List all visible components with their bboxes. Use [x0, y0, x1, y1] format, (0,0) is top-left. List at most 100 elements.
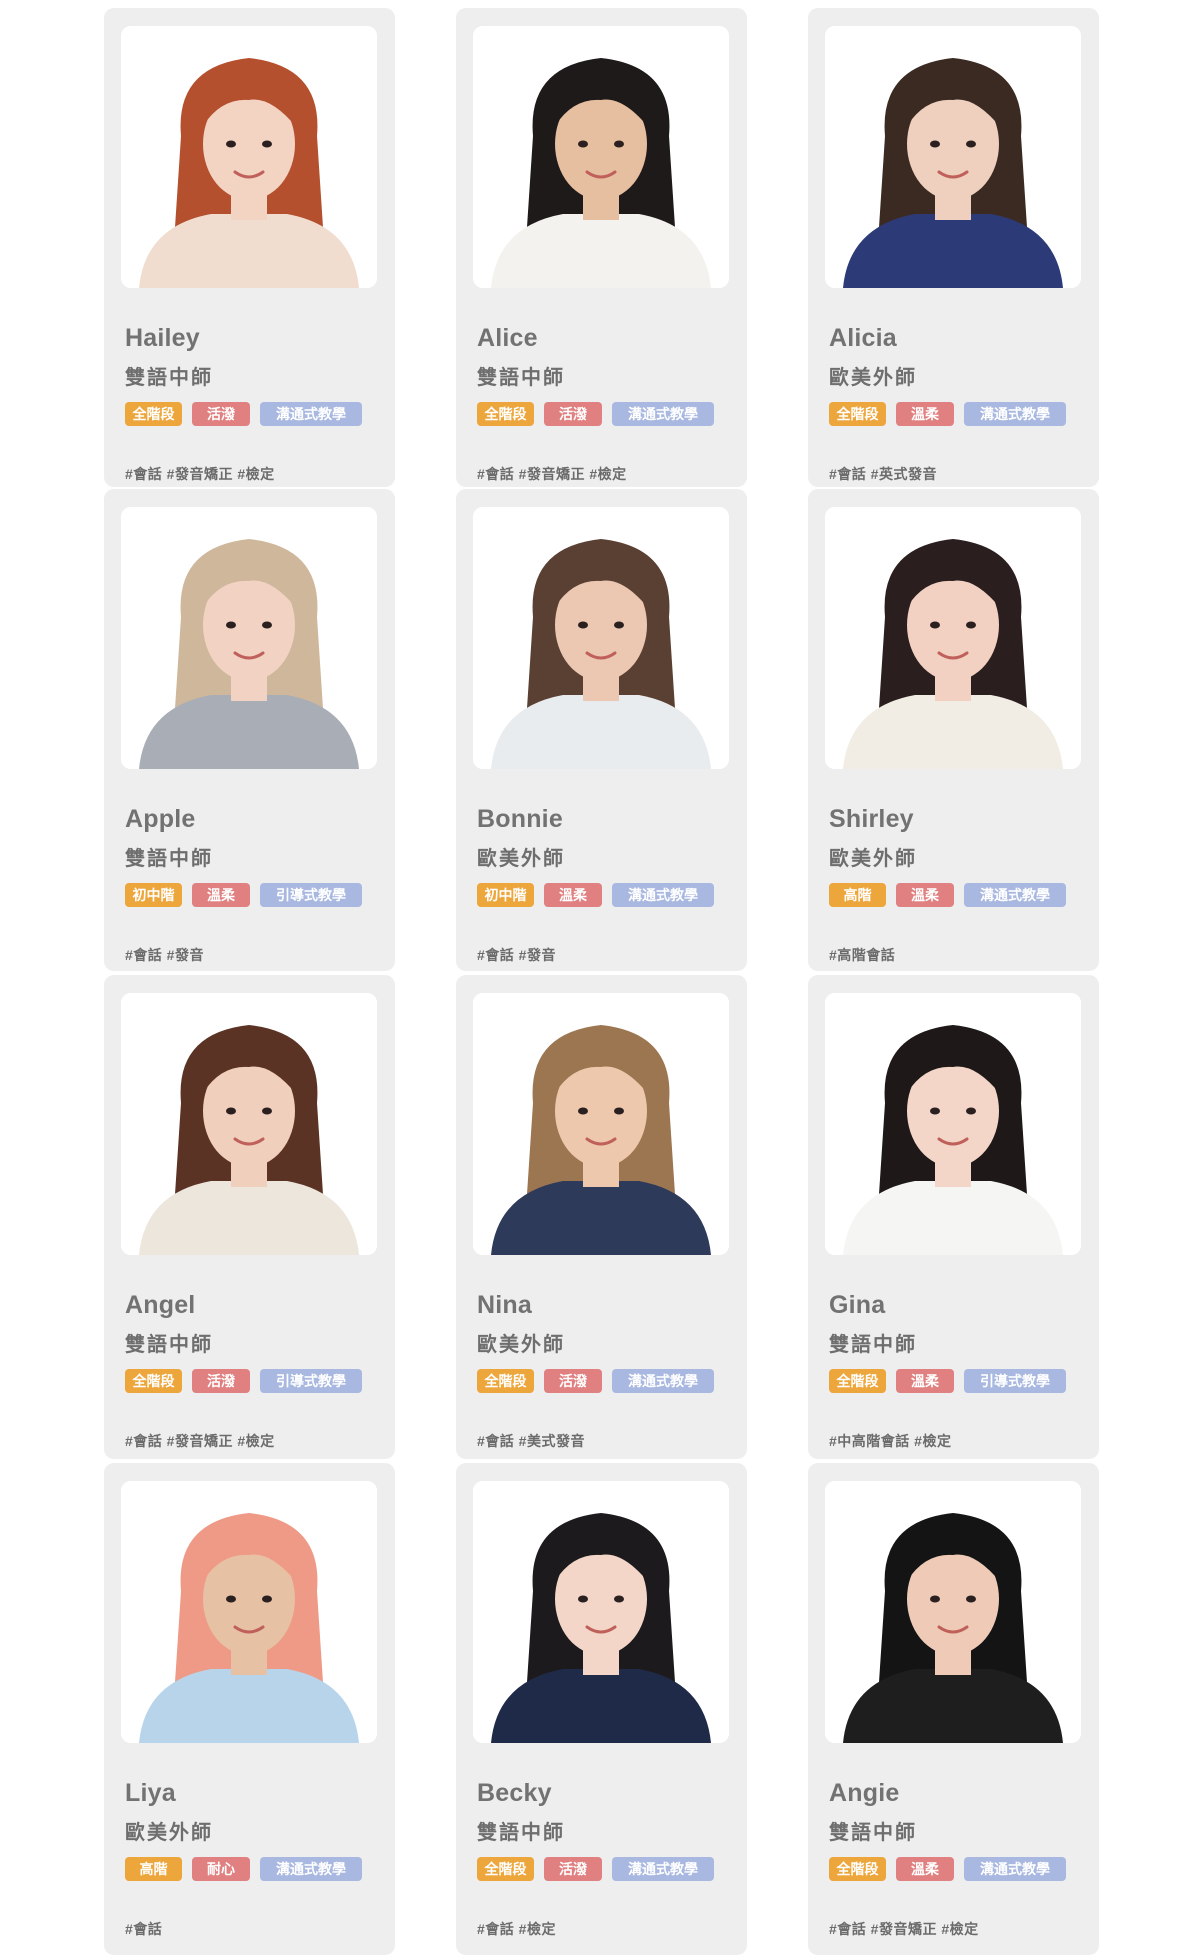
teacher-grid: Hailey 雙語中師 全階段 活潑 溝通式教學 #會話 #發音矯正 #檢定 A… [104, 8, 1099, 1955]
teacher-hashtags: #會話 #檢定 [477, 1921, 556, 1937]
teacher-card[interactable]: Bonnie 歐美外師 初中階 溫柔 溝通式教學 #會話 #發音 [456, 489, 747, 971]
teacher-photo [121, 1481, 377, 1743]
tag-style: 溝通式教學 [612, 402, 714, 426]
tag-row: 全階段 溫柔 溝通式教學 [829, 1857, 1066, 1881]
teacher-role: 歐美外師 [125, 1822, 213, 1844]
tag-personality: 活潑 [192, 1369, 250, 1393]
tag-style: 溝通式教學 [612, 883, 714, 907]
teacher-card[interactable]: Angel 雙語中師 全階段 活潑 引導式教學 #會話 #發音矯正 #檢定 [104, 975, 395, 1459]
teacher-photo [121, 26, 377, 288]
teacher-role: 歐美外師 [829, 367, 917, 389]
tag-row: 全階段 活潑 溝通式教學 [477, 1369, 714, 1393]
teacher-card[interactable]: Alicia 歐美外師 全階段 溫柔 溝通式教學 #會話 #英式發音 [808, 8, 1099, 487]
tag-style: 引導式教學 [964, 1369, 1066, 1393]
teacher-role: 歐美外師 [829, 848, 917, 870]
teacher-role: 雙語中師 [125, 1334, 213, 1356]
tag-personality: 溫柔 [896, 1857, 954, 1881]
teacher-hashtags: #高階會話 [829, 947, 896, 963]
teacher-card[interactable]: Hailey 雙語中師 全階段 活潑 溝通式教學 #會話 #發音矯正 #檢定 [104, 8, 395, 487]
teacher-hashtags: #會話 #發音 [477, 947, 556, 963]
teacher-photo [473, 26, 729, 288]
teacher-hashtags: #會話 [125, 1921, 163, 1937]
portrait-image [825, 26, 1081, 288]
tag-style: 引導式教學 [260, 1369, 362, 1393]
portrait-image [473, 507, 729, 769]
tag-personality: 活潑 [544, 1857, 602, 1881]
tag-level: 初中階 [125, 883, 182, 907]
tag-level: 高階 [829, 883, 886, 907]
tag-personality: 溫柔 [896, 1369, 954, 1393]
tag-row: 高階 溫柔 溝通式教學 [829, 883, 1066, 907]
teacher-photo [825, 1481, 1081, 1743]
portrait-image [473, 993, 729, 1255]
tag-level: 高階 [125, 1857, 182, 1881]
portrait-image [121, 507, 377, 769]
teacher-name: Hailey [125, 324, 200, 352]
portrait-image [121, 993, 377, 1255]
teacher-hashtags: #會話 #發音矯正 #檢定 [477, 466, 627, 482]
teacher-card[interactable]: Angie 雙語中師 全階段 溫柔 溝通式教學 #會話 #發音矯正 #檢定 [808, 1463, 1099, 1955]
tag-personality: 活潑 [544, 1369, 602, 1393]
tag-level: 全階段 [477, 402, 534, 426]
tag-row: 初中階 溫柔 引導式教學 [125, 883, 362, 907]
tag-level: 全階段 [125, 1369, 182, 1393]
teacher-role: 雙語中師 [829, 1822, 917, 1844]
portrait-image [825, 993, 1081, 1255]
teacher-name: Liya [125, 1779, 176, 1807]
tag-style: 溝通式教學 [612, 1369, 714, 1393]
teacher-card[interactable]: Liya 歐美外師 高階 耐心 溝通式教學 #會話 [104, 1463, 395, 1955]
tag-level: 全階段 [829, 1369, 886, 1393]
portrait-image [121, 1481, 377, 1743]
teacher-photo [825, 993, 1081, 1255]
teacher-photo [473, 1481, 729, 1743]
teacher-card[interactable]: Nina 歐美外師 全階段 活潑 溝通式教學 #會話 #美式發音 [456, 975, 747, 1459]
teacher-card[interactable]: Gina 雙語中師 全階段 溫柔 引導式教學 #中高階會話 #檢定 [808, 975, 1099, 1459]
teacher-name: Alice [477, 324, 538, 352]
teacher-name: Gina [829, 1291, 886, 1319]
teacher-card[interactable]: Alice 雙語中師 全階段 活潑 溝通式教學 #會話 #發音矯正 #檢定 [456, 8, 747, 487]
tag-row: 初中階 溫柔 溝通式教學 [477, 883, 714, 907]
tag-row: 全階段 活潑 溝通式教學 [125, 402, 362, 426]
portrait-image [473, 26, 729, 288]
tag-row: 全階段 活潑 溝通式教學 [477, 1857, 714, 1881]
tag-personality: 溫柔 [192, 883, 250, 907]
teacher-hashtags: #會話 #美式發音 [477, 1433, 585, 1449]
teacher-hashtags: #會話 #發音 [125, 947, 204, 963]
teacher-name: Apple [125, 805, 196, 833]
tag-level: 全階段 [477, 1369, 534, 1393]
tag-personality: 活潑 [192, 402, 250, 426]
teacher-photo [121, 507, 377, 769]
teacher-card[interactable]: Shirley 歐美外師 高階 溫柔 溝通式教學 #高階會話 [808, 489, 1099, 971]
tag-level: 初中階 [477, 883, 534, 907]
tag-style: 引導式教學 [260, 883, 362, 907]
teacher-hashtags: #會話 #英式發音 [829, 466, 937, 482]
teacher-photo [473, 507, 729, 769]
teacher-hashtags: #會話 #發音矯正 #檢定 [125, 1433, 275, 1449]
tag-personality: 耐心 [192, 1857, 250, 1881]
teacher-name: Angel [125, 1291, 196, 1319]
teacher-name: Becky [477, 1779, 552, 1807]
portrait-image [121, 26, 377, 288]
tag-row: 全階段 溫柔 引導式教學 [829, 1369, 1066, 1393]
teacher-name: Shirley [829, 805, 914, 833]
teacher-hashtags: #中高階會話 #檢定 [829, 1433, 952, 1449]
tag-row: 全階段 活潑 溝通式教學 [477, 402, 714, 426]
teacher-card[interactable]: Apple 雙語中師 初中階 溫柔 引導式教學 #會話 #發音 [104, 489, 395, 971]
teacher-card[interactable]: Becky 雙語中師 全階段 活潑 溝通式教學 #會話 #檢定 [456, 1463, 747, 1955]
portrait-image [825, 507, 1081, 769]
teacher-role: 雙語中師 [477, 367, 565, 389]
portrait-image [825, 1481, 1081, 1743]
tag-level: 全階段 [829, 1857, 886, 1881]
tag-style: 溝通式教學 [964, 883, 1066, 907]
teacher-photo [121, 993, 377, 1255]
tag-row: 全階段 活潑 引導式教學 [125, 1369, 362, 1393]
teacher-photo [473, 993, 729, 1255]
teacher-name: Nina [477, 1291, 532, 1319]
teacher-photo [825, 507, 1081, 769]
tag-personality: 活潑 [544, 402, 602, 426]
teacher-role: 雙語中師 [477, 1822, 565, 1844]
teacher-hashtags: #會話 #發音矯正 #檢定 [829, 1921, 979, 1937]
teacher-hashtags: #會話 #發音矯正 #檢定 [125, 466, 275, 482]
tag-personality: 溫柔 [896, 883, 954, 907]
teacher-name: Angie [829, 1779, 900, 1807]
